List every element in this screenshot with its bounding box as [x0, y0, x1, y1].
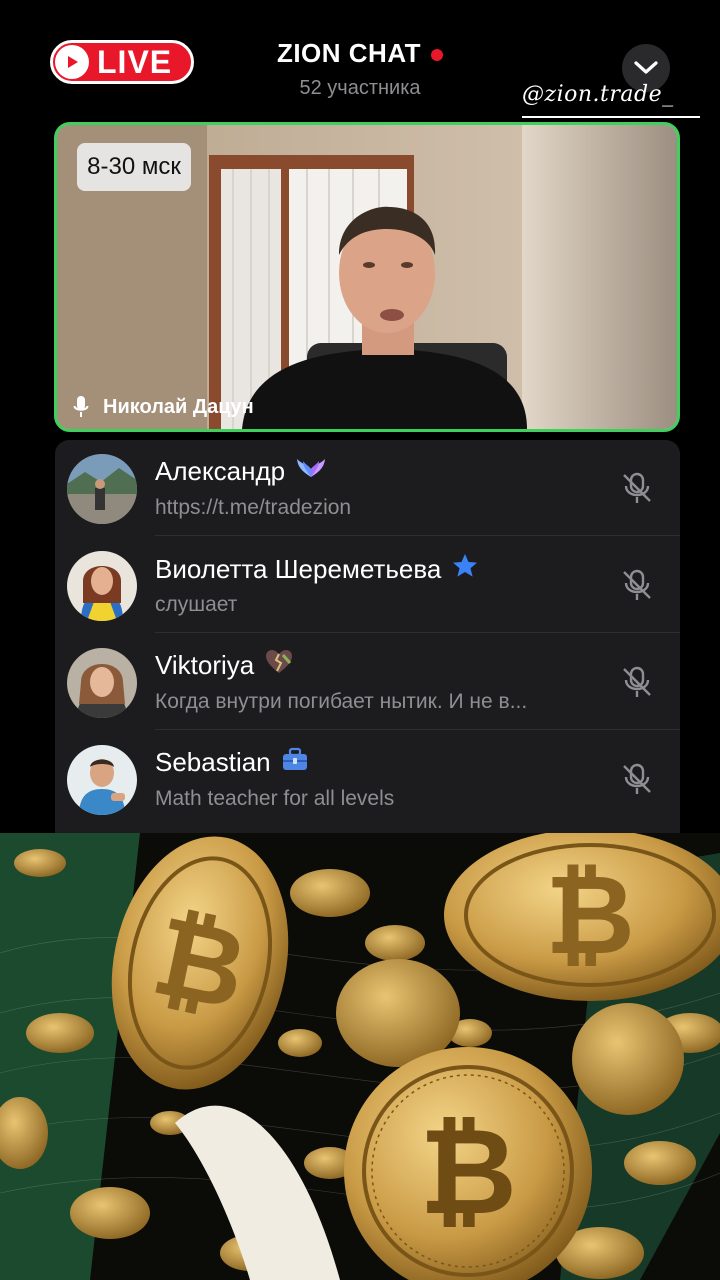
speaker-name: Николай Дацун: [103, 395, 254, 418]
avatar: [67, 648, 137, 718]
participant-name-text: Виолетта Шереметьева: [155, 554, 442, 584]
participant-name-text: Sebastian: [155, 747, 271, 777]
mic-muted-icon[interactable]: [619, 567, 655, 608]
recording-dot-icon: [431, 48, 444, 61]
avatar: [67, 551, 137, 621]
participants-list: Александр https://t.me/tradezion Виолетт…: [55, 440, 680, 835]
participant-status: https://t.me/tradezion: [155, 496, 352, 519]
speaker-video-tile[interactable]: 8-30 мск Николай Дацун: [54, 122, 680, 432]
row-divider: [155, 632, 680, 633]
svg-text:₿: ₿: [545, 851, 635, 979]
wings-icon: [295, 455, 327, 488]
microphone-icon: [73, 396, 89, 417]
participant-name: Виолетта Шереметьева: [155, 552, 479, 587]
mic-muted-icon[interactable]: [619, 664, 655, 705]
row-divider: [155, 729, 680, 730]
coins-illustration: ₿ ₿ ₿: [0, 833, 720, 1280]
svg-text:₿: ₿: [419, 1103, 517, 1242]
participant-row[interactable]: Sebastian Math teacher for all levels: [55, 731, 680, 827]
participant-name: Александр: [155, 455, 327, 488]
time-badge: 8-30 мск: [77, 143, 191, 191]
chat-title-row: ZION CHAT: [0, 38, 720, 69]
participant-name-text: Viktoriya: [155, 650, 255, 680]
avatar: [67, 745, 137, 815]
participant-name-text: Александр: [155, 456, 286, 486]
mic-muted-icon[interactable]: [619, 470, 655, 511]
bitcoin-coins-background: ₿ ₿ ₿: [0, 833, 720, 1280]
participant-status: Когда внутри погибает нытик. И не в...: [155, 690, 528, 713]
mic-muted-icon[interactable]: [619, 761, 655, 802]
briefcase-icon: [281, 746, 309, 779]
participant-name: Sebastian: [155, 746, 309, 779]
row-divider: [155, 535, 680, 536]
participant-row[interactable]: Viktoriya Когда внутри погибает нытик. И…: [55, 634, 680, 730]
broken-heart-icon: [264, 649, 294, 682]
participant-row[interactable]: Виолетта Шереметьева слушает: [55, 537, 680, 633]
chat-title: ZION CHAT: [276, 38, 422, 68]
participant-status: слушает: [155, 593, 238, 616]
participant-status: Math teacher for all levels: [155, 787, 395, 810]
avatar: [67, 454, 137, 524]
participant-row[interactable]: Александр https://t.me/tradezion: [55, 440, 680, 536]
participant-name: Viktoriya: [155, 649, 294, 682]
chevron-down-icon: [634, 61, 658, 74]
watermark: @zion.trade_: [522, 82, 700, 118]
star-icon: [451, 552, 479, 587]
speaker-label: Николай Дацун: [73, 395, 254, 419]
